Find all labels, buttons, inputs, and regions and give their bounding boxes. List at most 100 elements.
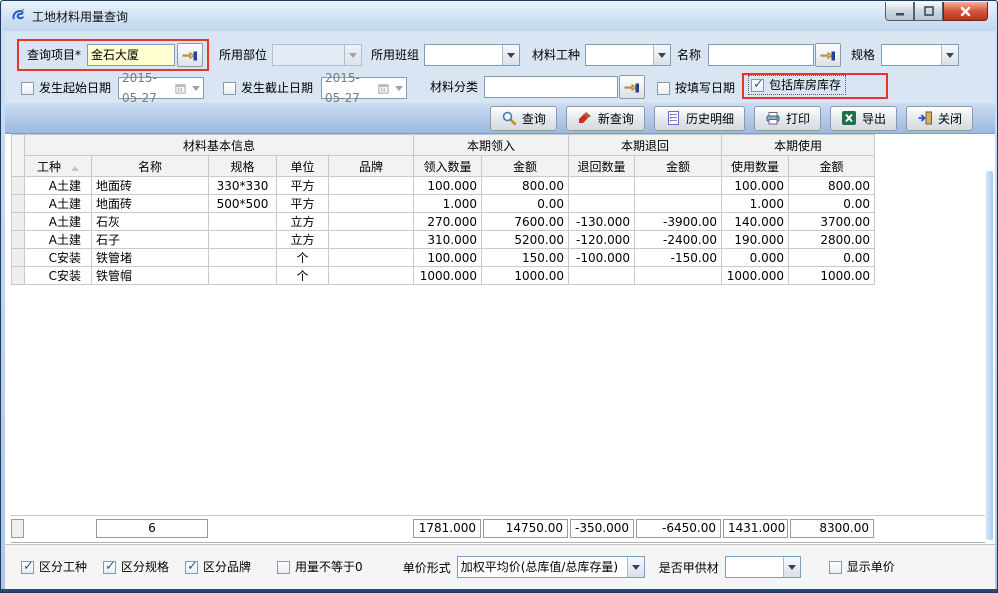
col-header-used-qty[interactable]: 使用数量 <box>722 156 789 177</box>
chevron-down-icon[interactable] <box>627 557 644 577</box>
summary-used-amount: 8300.00 <box>790 519 874 538</box>
hand-picker-icon <box>624 79 640 95</box>
by-fill-date-checkbox[interactable] <box>657 82 670 95</box>
col-header-name[interactable]: 名称 <box>92 156 209 177</box>
category-picker-button[interactable] <box>619 75 645 99</box>
summary-row: 6 1781.000 14750.00 -350.000 -6450.00 14… <box>11 515 985 543</box>
option-distinguish-spec[interactable]: 区分规格 <box>103 559 169 575</box>
by-fill-date-label: 按填写日期 <box>675 80 735 96</box>
summary-stub <box>11 519 24 538</box>
option-distinguish-brand[interactable]: 区分品牌 <box>185 559 251 575</box>
owner-supplied-label: 是否甲供材 <box>659 559 719 576</box>
summary-received-qty: 1781.000 <box>413 519 481 538</box>
filter-panel: 查询项目* 金石大厦 所用部位 所用班组 材料工种 名称 规格 <box>5 31 995 103</box>
category-input[interactable] <box>484 76 618 98</box>
table-row[interactable]: C安装铁管帽 个 1000.000 1000.00 1000.000 1000.… <box>12 267 875 285</box>
results-grid: 材料基本信息 本期领入 本期退回 本期使用 工种 名称 规格 单位 品牌 领入数… <box>5 134 995 544</box>
start-date-label: 发生起始日期 <box>39 80 111 96</box>
category-label: 材料分类 <box>430 76 478 98</box>
distinguish-brand-checkbox[interactable] <box>185 561 198 574</box>
table-row[interactable]: A土建石子 立方 310.000 5200.00-120.000 -2400.0… <box>12 231 875 249</box>
export-button[interactable]: 导出 <box>830 106 897 131</box>
group-header-received: 本期领入 <box>414 135 569 156</box>
start-date-checkbox[interactable] <box>21 82 34 95</box>
price-form-label: 单价形式 <box>403 559 451 576</box>
calendar-icon <box>375 83 391 94</box>
table-row[interactable]: A土建地面砖 500*500平方 1.000 0.00 1.000 0.00 <box>12 195 875 213</box>
col-header-used-amt[interactable]: 金额 <box>789 156 875 177</box>
worktype-label: 材料工种 <box>532 44 580 66</box>
col-header-received-qty[interactable]: 领入数量 <box>414 156 482 177</box>
col-header-returned-amt[interactable]: 金额 <box>635 156 722 177</box>
include-stock-checkbox[interactable] <box>751 79 764 92</box>
project-picker-button[interactable] <box>177 43 203 67</box>
vertical-scrollbar[interactable] <box>986 171 993 540</box>
table-row[interactable]: A土建石灰 立方 270.000 7600.00-130.000 -3900.0… <box>12 213 875 231</box>
brush-icon <box>577 110 593 126</box>
col-header-received-amt[interactable]: 金额 <box>482 156 569 177</box>
end-date-label: 发生截止日期 <box>241 80 313 96</box>
name-picker-button[interactable] <box>815 43 841 67</box>
maximize-button[interactable] <box>914 2 943 21</box>
group-header-returned: 本期退回 <box>569 135 722 156</box>
project-input[interactable]: 金石大厦 <box>87 44 175 66</box>
team-label: 所用班组 <box>371 44 419 66</box>
close-form-button[interactable]: 关闭 <box>906 106 973 131</box>
chevron-down-icon[interactable] <box>941 45 958 65</box>
summary-returned-qty: -350.000 <box>570 519 634 538</box>
materials-table: 材料基本信息 本期领入 本期退回 本期使用 工种 名称 规格 单位 品牌 领入数… <box>11 134 875 285</box>
history-detail-button[interactable]: 历史明细 <box>654 106 745 131</box>
window-frame-bottom <box>1 589 997 592</box>
minimize-button[interactable] <box>885 2 914 21</box>
option-usage-nonzero[interactable]: 用量不等于0 <box>277 559 363 575</box>
summary-returned-amount: -6450.00 <box>636 519 721 538</box>
col-header-worktype[interactable]: 工种 <box>25 156 92 177</box>
owner-supplied-combo[interactable] <box>725 556 801 578</box>
row-header-corner <box>12 135 25 177</box>
option-distinguish-worktype[interactable]: 区分工种 <box>21 559 87 575</box>
spec-label: 规格 <box>851 44 875 66</box>
print-button[interactable]: 打印 <box>754 106 821 131</box>
chevron-down-icon[interactable] <box>502 45 519 65</box>
chevron-down-icon[interactable] <box>653 45 670 65</box>
start-date-picker[interactable]: 2015-05-27 <box>118 77 204 99</box>
include-stock-label: 包括库房库存 <box>769 77 841 93</box>
summary-used-qty: 1431.000 <box>723 519 788 538</box>
chevron-down-icon[interactable] <box>783 557 800 577</box>
col-header-unit[interactable]: 单位 <box>277 156 329 177</box>
app-icon <box>10 7 26 26</box>
end-date-checkbox[interactable] <box>223 82 236 95</box>
chevron-down-icon[interactable] <box>344 45 361 65</box>
worktype-combo[interactable] <box>585 44 671 66</box>
summary-count: 6 <box>96 519 208 538</box>
query-button[interactable]: 查询 <box>490 106 557 131</box>
team-combo[interactable] <box>424 44 520 66</box>
distinguish-spec-checkbox[interactable] <box>103 561 116 574</box>
chevron-down-icon[interactable] <box>188 86 203 91</box>
group-header-basic-info: 材料基本信息 <box>25 135 414 156</box>
part-label: 所用部位 <box>219 44 267 66</box>
name-input[interactable] <box>708 44 814 66</box>
spec-combo[interactable] <box>881 44 959 66</box>
table-row[interactable]: A土建地面砖 330*330平方 100.000 800.00 100.000 … <box>12 177 875 195</box>
distinguish-worktype-checkbox[interactable] <box>21 561 34 574</box>
new-query-button[interactable]: 新查询 <box>566 106 645 131</box>
price-form-combo[interactable]: 加权平均价(总库值/总库存量) <box>457 556 645 578</box>
table-row[interactable]: C安装铁管堵 个 100.000 150.00-100.000 -150.000… <box>12 249 875 267</box>
option-show-unit-price[interactable]: 显示单价 <box>829 559 895 575</box>
exit-door-icon <box>917 110 933 126</box>
part-combo[interactable] <box>272 44 362 66</box>
window-title: 工地材料用量查询 <box>32 8 128 25</box>
toolbar: 查询 新查询 历史明细 <box>5 103 995 134</box>
col-header-returned-qty[interactable]: 退回数量 <box>569 156 635 177</box>
chevron-down-icon[interactable] <box>391 86 406 91</box>
end-date-picker[interactable]: 2015-05-27 <box>321 77 407 99</box>
options-bar: 区分工种 区分规格 区分品牌 用量不等于0 单价形式 加权平均价(总库值/总库存… <box>5 544 995 589</box>
show-unit-price-checkbox[interactable] <box>829 561 842 574</box>
usage-nonzero-checkbox[interactable] <box>277 561 290 574</box>
close-button[interactable] <box>943 2 988 21</box>
col-header-brand[interactable]: 品牌 <box>329 156 414 177</box>
project-label: 查询项目* <box>27 44 81 66</box>
printer-icon <box>765 110 781 126</box>
col-header-spec[interactable]: 规格 <box>209 156 277 177</box>
